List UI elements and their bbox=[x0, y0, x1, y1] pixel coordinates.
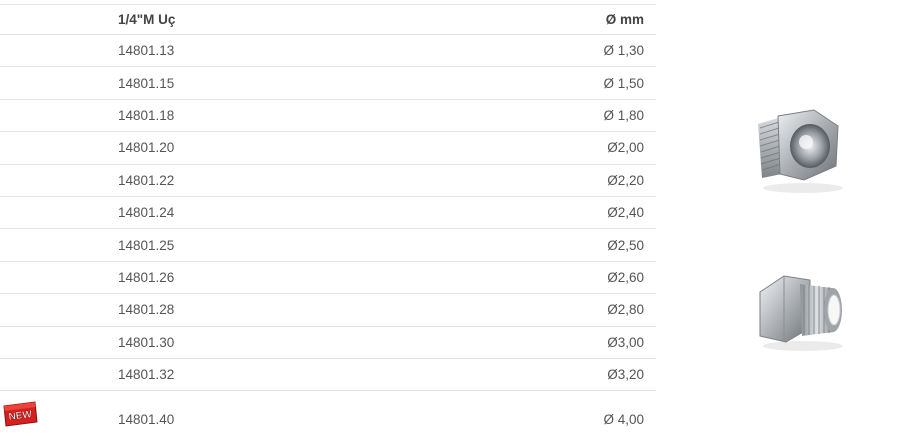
hex-nozzle-front-image bbox=[758, 109, 843, 193]
row-code: 14801.32 bbox=[118, 367, 175, 383]
row-diameter: Ø3,20 bbox=[607, 367, 644, 383]
table-row: 14801.40 Ø 4,00 bbox=[0, 391, 656, 439]
row-code: 14801.24 bbox=[118, 205, 175, 221]
table-row: 14801.13 Ø 1,30 bbox=[0, 35, 656, 67]
table-row: 14801.26 Ø2,60 bbox=[0, 261, 656, 294]
row-code: 14801.13 bbox=[118, 43, 175, 59]
row-code: 14801.22 bbox=[118, 172, 175, 188]
row-code: 14801.26 bbox=[118, 269, 175, 285]
table-row: 14801.28 Ø2,80 bbox=[0, 294, 656, 327]
row-diameter: Ø2,20 bbox=[607, 172, 644, 188]
row-diameter: Ø2,00 bbox=[607, 140, 644, 156]
row-code: 14801.28 bbox=[118, 302, 175, 318]
row-diameter: Ø3,00 bbox=[607, 334, 644, 350]
table-row: 14801.25 Ø2,50 bbox=[0, 229, 656, 262]
row-code: 14801.40 bbox=[118, 411, 175, 427]
row-code: 14801.18 bbox=[118, 107, 175, 123]
row-diameter: Ø 1,50 bbox=[603, 75, 644, 91]
row-diameter: Ø2,50 bbox=[607, 237, 644, 253]
row-diameter: Ø2,40 bbox=[607, 205, 644, 221]
table-row: 14801.22 Ø2,20 bbox=[0, 164, 656, 197]
row-code: 14801.15 bbox=[118, 75, 175, 91]
row-diameter: Ø 1,30 bbox=[603, 43, 644, 59]
row-code: 14801.20 bbox=[118, 140, 175, 156]
header-diameter: Ø mm bbox=[328, 4, 656, 35]
table-row: 14801.15 Ø 1,50 bbox=[0, 67, 656, 100]
table-row: 14801.24 Ø2,40 bbox=[0, 196, 656, 229]
hex-nozzle-side-image bbox=[759, 275, 843, 351]
header-code: 1/4"M Uç bbox=[0, 4, 328, 35]
row-code: 14801.30 bbox=[118, 334, 175, 350]
row-diameter: Ø2,80 bbox=[607, 302, 644, 318]
table-header-row: 1/4"M Uç Ø mm bbox=[0, 4, 656, 35]
row-diameter: Ø 4,00 bbox=[603, 411, 644, 427]
table-row: 14801.18 Ø 1,80 bbox=[0, 99, 656, 132]
table-row: 14801.20 Ø2,00 bbox=[0, 132, 656, 165]
row-code: 14801.25 bbox=[118, 237, 175, 253]
product-table-container: 1/4"M Uç Ø mm 14801.13 Ø 1,30 14801.15 Ø 1… bbox=[0, 4, 656, 439]
table-row: 14801.30 Ø3,00 bbox=[0, 326, 656, 359]
table-row: 14801.32 Ø3,20 bbox=[0, 358, 656, 391]
new-badge-icon: NEW bbox=[3, 401, 38, 427]
product-table: 1/4"M Uç Ø mm 14801.13 Ø 1,30 14801.15 Ø 1… bbox=[0, 4, 656, 439]
row-diameter: Ø 1,80 bbox=[603, 107, 644, 123]
row-diameter: Ø2,60 bbox=[607, 269, 644, 285]
